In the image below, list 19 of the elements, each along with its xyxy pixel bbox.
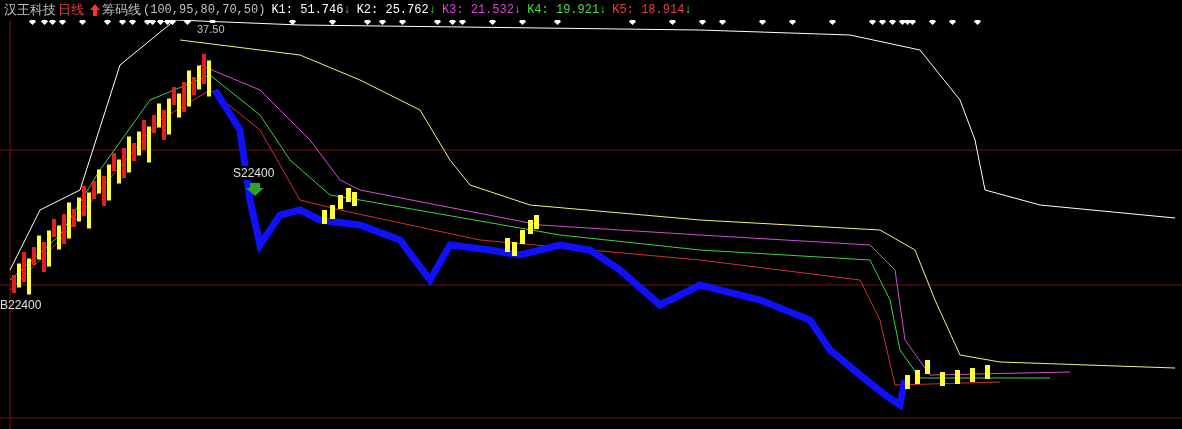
trend-arrow: ↓: [343, 2, 351, 19]
indicator-value: K5: 18.914: [612, 2, 685, 19]
down-arrow-icon: [246, 183, 264, 196]
high-price-label: 37.50: [196, 23, 226, 35]
trend-arrow: ↓: [428, 2, 436, 19]
period-label: 日线: [58, 1, 84, 20]
indicator-value: K1: 51.746: [271, 2, 344, 19]
sell-signal-label: S22400: [232, 166, 276, 180]
indicator-params: (100,95,80,70,50): [143, 2, 266, 19]
trend-arrow: ↓: [684, 2, 692, 19]
indicator-name: 筹码线: [102, 1, 141, 20]
indicator-value: K3: 21.532: [441, 2, 514, 19]
indicator-value: K4: 19.921: [527, 2, 600, 19]
trend-arrow: ↓: [599, 2, 607, 19]
indicator-value: K2: 25.762: [356, 2, 429, 19]
stock-name: 汉王科技: [4, 1, 56, 20]
buy-signal-label: B22400: [0, 297, 42, 314]
trend-arrow: ↓: [513, 2, 522, 19]
up-arrow-icon: [90, 4, 100, 16]
